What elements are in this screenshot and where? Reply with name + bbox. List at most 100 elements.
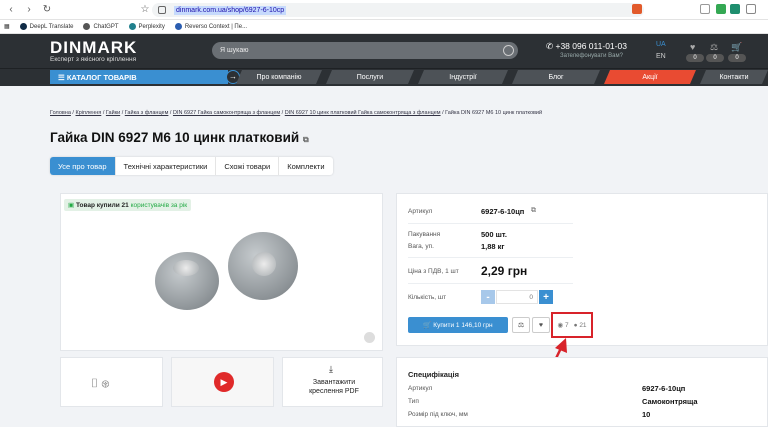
search-input[interactable]: Я шукаю (212, 42, 518, 59)
catalog-button[interactable]: ☰ КАТАЛОГ ТОВАРІВ → (50, 70, 240, 84)
thumbnail-video[interactable]: ▶ (171, 357, 274, 407)
search-icon[interactable] (503, 45, 514, 56)
download-icon: ⤓ (329, 364, 333, 374)
breadcrumb-current: Гайка DIN 6927 М6 10 цинк платковий (445, 110, 543, 116)
compare-count: 0 (706, 54, 724, 62)
site-header: DINMARK Експерт з якісного кріплення Я ш… (0, 34, 768, 68)
bookmark-deepl[interactable]: DeepL Translate (19, 23, 73, 30)
play-icon[interactable]: ▶ (214, 372, 234, 392)
product-image-panel[interactable] (60, 193, 383, 351)
address-bar[interactable]: dinmark.com.ua/shop/6927-6-10cp (152, 3, 644, 17)
menu-item-blog[interactable]: Блог (512, 70, 600, 84)
menu-item-contacts[interactable]: Контакти (700, 70, 768, 84)
cart-icon: 🛒 (423, 322, 434, 329)
price-value: 2,29 грн (481, 264, 528, 278)
breadcrumb-fasteners[interactable]: Кріплення (76, 110, 102, 116)
breadcrumb-flange-nuts[interactable]: Гайка з фланцем (125, 110, 169, 116)
lang-en[interactable]: EN (656, 53, 666, 60)
weight-value: 1,88 кг (481, 242, 505, 251)
favorite-button[interactable]: ♥ (532, 317, 550, 333)
quantity-increase-button[interactable]: + (539, 290, 553, 304)
bookmark-reverso[interactable]: Reverso Context | Пе... (174, 23, 247, 30)
cart-count: 0 (728, 54, 746, 62)
bookmark-perplexity[interactable]: Perplexity (128, 23, 165, 30)
perplexity-icon (128, 23, 136, 30)
eye-icon: ◉ (557, 322, 564, 329)
browser-toolbar: ‹ › ↻ ☆ dinmark.com.ua/shop/6927-6-10cp (0, 0, 768, 20)
product-tabs: Усе про товар Технічні характеристики Сх… (50, 157, 333, 175)
extension-icon[interactable] (716, 4, 726, 14)
copy-icon[interactable]: ⧉ (303, 135, 309, 144)
quantity-label: Кількість, шт (408, 294, 447, 301)
article-value: 6927-6-10цп (481, 207, 525, 216)
download-pdf-button[interactable]: ⤓ Завантажити креслення PDF (282, 357, 383, 407)
thumbnail-drawing[interactable]: ⌷ ⊛ (60, 357, 163, 407)
phone-number[interactable]: ✆ +38 096 011-01-03 (546, 41, 627, 52)
product-stats: ◉ 7 ● 21 (551, 312, 593, 338)
tab-similar[interactable]: Схожі товари (216, 157, 280, 175)
bought-badge: ▣ Товар купили 21 користувачів за рік (64, 199, 192, 211)
favorites-icon[interactable]: ♥ (690, 42, 700, 52)
breadcrumb: Головна / Кріплення / Гайки / Гайка з фл… (50, 110, 543, 116)
menu-item-services[interactable]: Послуги (326, 70, 414, 84)
menu-item-industries[interactable]: Індустрії (418, 70, 508, 84)
users-icon: ▣ (68, 202, 76, 209)
page-title: Гайка DIN 6927 М6 10 цинк платковий ⧉ (50, 130, 309, 145)
extension-icon[interactable] (700, 4, 710, 14)
compare-icon[interactable]: ⚖ (710, 42, 720, 52)
spec-row-value: Самоконтряща (642, 397, 698, 406)
spec-row-label: Артикул (408, 385, 433, 392)
buy-button[interactable]: 🛒 Купити 1 146,10 грн (408, 317, 508, 333)
apps-grid-icon[interactable]: ▦ (4, 23, 10, 30)
views-count: 7 (564, 322, 569, 329)
spec-title: Специфікація (408, 370, 459, 379)
user-icon: ● (573, 321, 578, 329)
weight-label: Вага, уп. (408, 243, 434, 250)
price-label: Ціна з ПДВ, 1 шт (408, 268, 459, 275)
zoom-icon[interactable] (364, 332, 375, 343)
tab-overview[interactable]: Усе про товар (50, 157, 116, 175)
breadcrumb-home[interactable]: Головна (50, 110, 71, 116)
breadcrumb-nuts[interactable]: Гайки (106, 110, 120, 116)
heart-icon: ♥ (538, 321, 544, 329)
back-icon[interactable]: ‹ (4, 3, 18, 17)
menu-item-about[interactable]: Про компанію (236, 70, 322, 84)
site-logo[interactable]: DINMARK (50, 38, 137, 58)
chatgpt-icon (83, 23, 91, 30)
callback-link[interactable]: Зателефонувати Вам? (560, 53, 623, 59)
package-value: 500 шт. (481, 230, 507, 239)
site-info-icon[interactable] (158, 6, 166, 14)
extension-icon[interactable] (730, 4, 740, 14)
package-label: Пакування (408, 231, 441, 238)
profile-icon[interactable] (746, 4, 756, 14)
compare-button[interactable]: ⚖ (512, 317, 530, 333)
copy-icon[interactable]: ⧉ (531, 207, 536, 215)
menu-icon: ☰ (58, 72, 67, 82)
tab-kits[interactable]: Комплекти (279, 157, 332, 175)
spec-row-label: Розмір під ключ, мм (408, 411, 468, 418)
bookmark-chatgpt[interactable]: ChatGPT (83, 23, 119, 30)
bookmark-star-icon[interactable]: ☆ (138, 3, 152, 17)
lang-ua[interactable]: UA (656, 41, 666, 48)
breadcrumb-din6927-zinc[interactable]: DIN 6927 10 цинк платковий Гайка самокон… (285, 110, 441, 116)
compare-icon: ⚖ (517, 322, 525, 329)
spec-row-value: 6927-6-10цп (642, 384, 686, 393)
url-text: dinmark.com.ua/shop/6927-6-10cp (174, 5, 287, 15)
menu-item-promo[interactable]: Акції (604, 70, 696, 84)
spec-row-value: 10 (642, 410, 651, 419)
cart-icon[interactable]: 🛒 (731, 42, 742, 52)
deepl-icon (19, 23, 27, 30)
tab-specs[interactable]: Технічні характеристики (116, 157, 217, 175)
forward-icon[interactable]: › (22, 3, 36, 17)
nut-drawing-icon: ⌷ ⊛ (91, 376, 110, 390)
buyers-count: 21 (579, 321, 587, 329)
reload-icon[interactable]: ↻ (40, 3, 54, 17)
brave-shield-icon[interactable] (632, 4, 642, 14)
spec-row-label: Тип (408, 398, 419, 405)
breadcrumb-din6927[interactable]: DIN 6927 Гайка самоконтряща з фланцем (173, 110, 280, 116)
product-image-nut (155, 252, 219, 310)
site-tagline: Експерт з якісного кріплення (50, 56, 137, 63)
quantity-input[interactable]: 0 (496, 290, 538, 304)
bookmarks-bar: ▦ DeepL Translate ChatGPT Perplexity Rev… (0, 20, 768, 34)
quantity-decrease-button[interactable]: - (481, 290, 495, 304)
